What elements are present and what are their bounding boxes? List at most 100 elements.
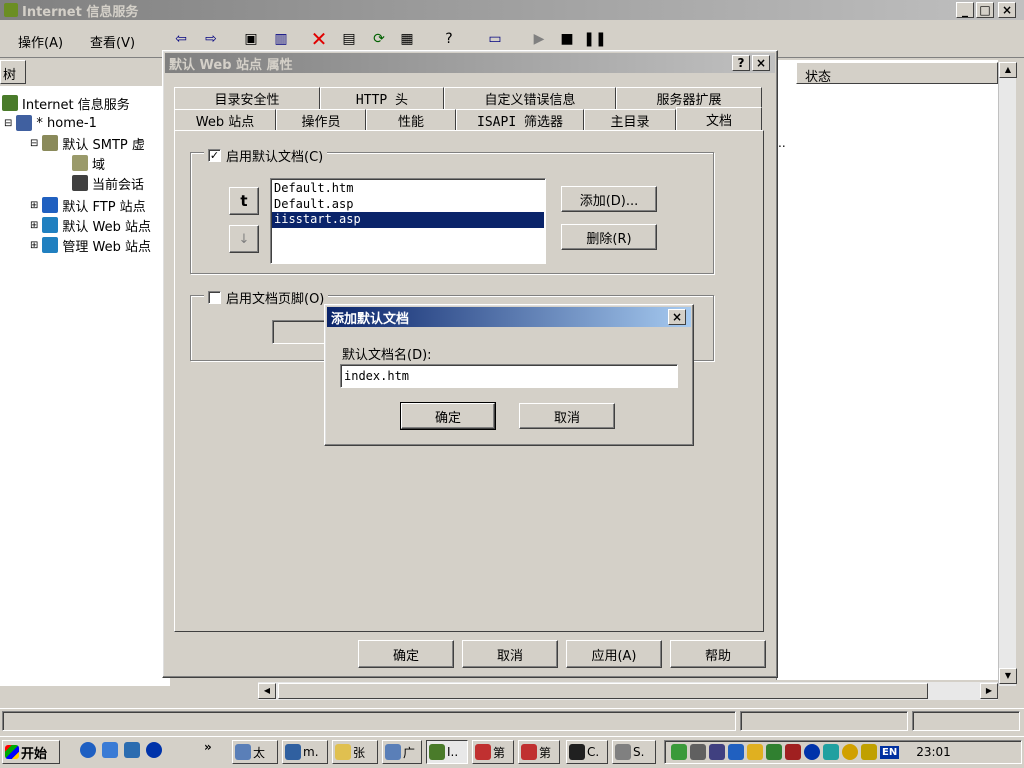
default-doc-checkbox[interactable]: ✓ [208, 149, 221, 162]
expand-icon[interactable]: ⊞ [30, 200, 38, 211]
expand-icon[interactable]: ⊞ [30, 220, 38, 231]
tab-operators[interactable]: 操作员 [276, 109, 366, 131]
pause-icon[interactable]: ❚❚ [583, 28, 606, 50]
forward-icon[interactable]: ⇨ [200, 28, 222, 50]
export-icon[interactable]: ▦ [396, 28, 418, 50]
quicklaunch-chevron[interactable]: » [204, 740, 212, 754]
tree-item-domain[interactable]: 域 [72, 154, 105, 173]
tab-web-site[interactable]: Web 站点 [174, 109, 276, 131]
task-button[interactable]: 第 [518, 740, 560, 764]
close-button[interactable]: × [998, 2, 1016, 18]
language-indicator[interactable]: EN [880, 745, 900, 759]
add-doc-close-button[interactable]: × [668, 309, 686, 325]
default-doc-list[interactable]: Default.htm Default.asp iisstart.asp [270, 178, 546, 264]
scroll-thumb[interactable] [278, 683, 928, 699]
up-folder-icon[interactable]: ▣ [240, 28, 262, 50]
outlook-icon[interactable] [102, 742, 118, 758]
collapse-icon[interactable]: ⊟ [4, 118, 12, 129]
properties-help-button[interactable]: ? [732, 55, 750, 71]
collapse-icon[interactable]: ⊟ [30, 138, 38, 149]
ie-icon[interactable] [80, 742, 96, 758]
add-doc-ok-button[interactable]: 确定 [400, 402, 496, 430]
tab-directory-security[interactable]: 目录安全性 [174, 87, 320, 109]
volume-icon[interactable] [690, 744, 706, 760]
tab-http-headers[interactable]: HTTP 头 [320, 87, 444, 109]
tree-item-iis[interactable]: Internet 信息服务 [2, 94, 130, 113]
network-icon[interactable] [671, 744, 687, 760]
footer-checkbox[interactable] [208, 291, 221, 304]
tree-item-admin[interactable]: ⊞ 管理 Web 站点 [30, 236, 151, 255]
vertical-scrollbar[interactable]: ▲ ▼ [998, 62, 1017, 686]
tab-documents[interactable]: 文档 [676, 107, 762, 131]
enable-footer[interactable]: 启用文档页脚(O) [204, 288, 329, 307]
qq-icon[interactable] [823, 744, 839, 760]
task-button-active[interactable]: I.. [426, 740, 468, 764]
menu-view[interactable]: 查看(V) [90, 32, 135, 51]
tree-item-sessions[interactable]: 当前会话 [72, 174, 144, 193]
list-item-selected[interactable]: iisstart.asp [272, 212, 544, 228]
moon-icon[interactable] [842, 744, 858, 760]
minimize-button[interactable]: _ [956, 2, 974, 18]
start-button[interactable]: 开始 [2, 740, 60, 764]
tree-item-web[interactable]: ⊞ 默认 Web 站点 [30, 216, 151, 235]
task-button[interactable]: 张 [332, 740, 378, 764]
properties-icon[interactable]: ▤ [338, 28, 360, 50]
footer-path-input[interactable] [272, 320, 332, 344]
monitor-icon[interactable] [766, 744, 782, 760]
list-item[interactable]: Default.htm [274, 181, 353, 197]
move-up-button[interactable]: t [229, 187, 259, 215]
scroll-up-icon[interactable]: ▲ [999, 62, 1017, 78]
help-icon[interactable]: ? [438, 28, 460, 50]
tree-item-ftp[interactable]: ⊞ 默认 FTP 站点 [30, 196, 146, 215]
scroll-down-icon[interactable]: ▼ [999, 668, 1017, 684]
back-icon[interactable]: ⇦ [170, 28, 192, 50]
play-icon[interactable]: ▶ [528, 28, 550, 50]
tab-home-directory[interactable]: 主目录 [584, 109, 676, 131]
task-button[interactable]: m. [282, 740, 328, 764]
help-button[interactable]: 帮助 [670, 640, 766, 668]
ok-button[interactable]: 确定 [358, 640, 454, 668]
tab-performance[interactable]: 性能 [366, 109, 456, 131]
task-button[interactable]: S. [612, 740, 656, 764]
maximize-button[interactable]: □ [976, 2, 994, 18]
menu-action[interactable]: 操作(A) [18, 32, 63, 51]
delete-icon[interactable]: ✕ [308, 27, 330, 51]
tree-item-home[interactable]: ⊟ * home-1 [4, 114, 97, 132]
add-doc-button[interactable]: 添加(D)... [561, 186, 657, 212]
cancel-button[interactable]: 取消 [462, 640, 558, 668]
shield-icon[interactable] [785, 744, 801, 760]
enable-default-doc[interactable]: ✓ 启用默认文档(C) [204, 146, 328, 165]
tree-item-smtp[interactable]: ⊟ 默认 SMTP 虚 [30, 134, 145, 153]
refresh-icon[interactable]: ⟳ [368, 28, 390, 50]
tab-custom-errors[interactable]: 自定义错误信息 [444, 87, 616, 109]
printer-icon[interactable] [709, 744, 725, 760]
media-icon[interactable] [804, 744, 820, 760]
lock-icon[interactable] [861, 744, 877, 760]
remove-doc-button[interactable]: 删除(R) [561, 224, 657, 250]
stop-icon[interactable]: ■ [556, 28, 578, 50]
task-button[interactable]: C. [566, 740, 608, 764]
media-icon[interactable] [146, 742, 162, 758]
lightning-icon[interactable] [747, 744, 763, 760]
task-button[interactable]: 太 [232, 740, 278, 764]
expand-icon[interactable]: ⊞ [30, 240, 38, 251]
list-item[interactable]: Default.asp [274, 197, 353, 213]
column-header-status[interactable]: 状态 [796, 62, 998, 85]
show-tree-icon[interactable]: ▥ [270, 28, 292, 50]
task-button[interactable]: 第 [472, 740, 514, 764]
tab-isapi-filters[interactable]: ISAPI 筛选器 [456, 109, 584, 131]
apply-button[interactable]: 应用(A) [566, 640, 662, 668]
desktop-icon[interactable] [124, 742, 140, 758]
tab-server-extensions[interactable]: 服务器扩展 [616, 87, 762, 109]
move-down-button[interactable]: ↓ [229, 225, 259, 253]
doc-name-input[interactable] [340, 364, 678, 388]
scroll-left-icon[interactable]: ◀ [258, 683, 276, 699]
scroll-right-icon[interactable]: ▶ [980, 683, 998, 699]
domain-icon [72, 155, 88, 171]
add-doc-cancel-button[interactable]: 取消 [519, 403, 615, 429]
computer-icon[interactable]: ▭ [484, 28, 506, 50]
task-button[interactable]: 广 [382, 740, 422, 764]
horizontal-scrollbar[interactable]: ◀ ▶ [258, 682, 998, 700]
properties-close-button[interactable]: × [752, 55, 770, 71]
antivirus-icon[interactable] [728, 744, 744, 760]
